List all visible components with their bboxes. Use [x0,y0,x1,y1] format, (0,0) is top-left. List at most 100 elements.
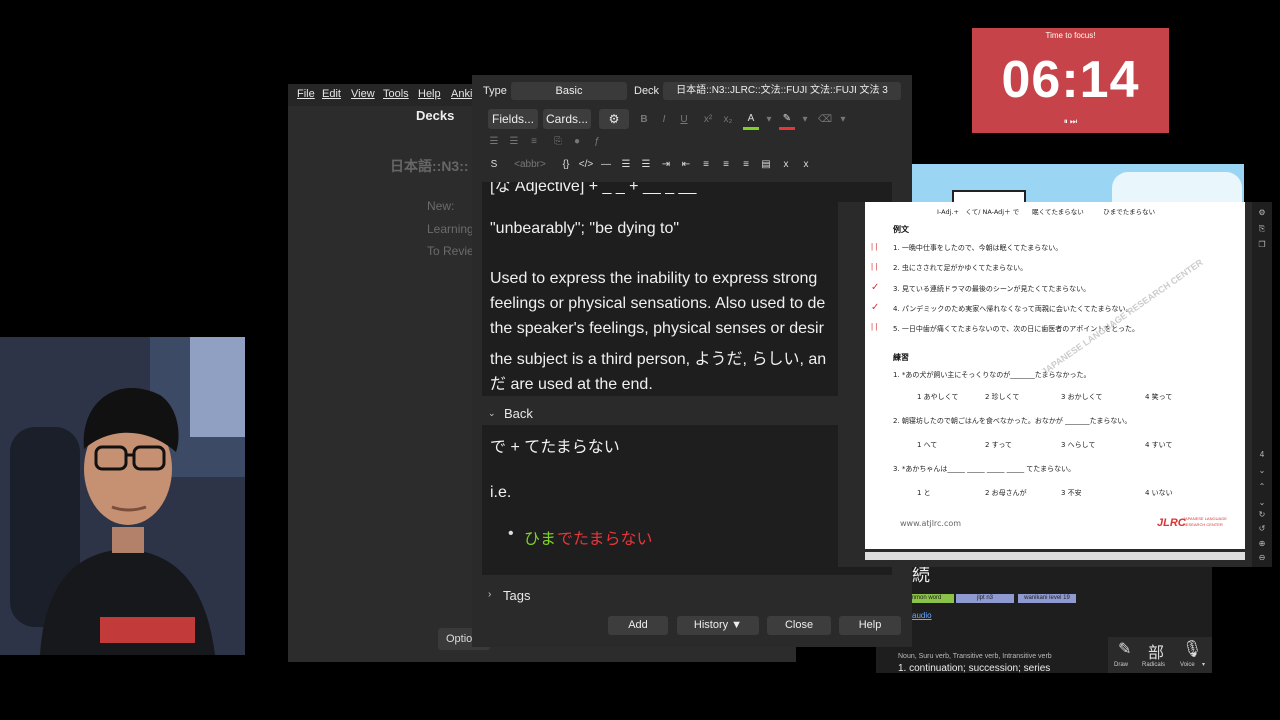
refresh-icon[interactable]: ↻ [1257,510,1267,520]
jlrc-logo: JLRC [1157,517,1186,529]
zoom-out-icon[interactable]: ⊖ [1257,553,1267,563]
formula-icon[interactable]: ƒ [589,134,605,150]
zoom-in-icon[interactable]: ⊕ [1257,539,1267,549]
chevron-down-icon[interactable]: ▾ [797,112,813,128]
deck-name: 日本語::N3:: [390,158,469,174]
back-bullet-green: ひま [524,531,557,548]
align-center-icon[interactable]: ≡ [698,157,714,173]
align-icon[interactable]: ≡ [526,134,542,150]
pdf-watermark: JAPANESE LANGUAGE RESEARCH CENTER [1039,257,1205,377]
outdent-icon[interactable]: ⇤ [678,157,694,173]
italic-icon[interactable]: I [656,112,672,128]
pdf-option: 1 へて [917,441,938,449]
jlrc-logo-text: JAPANESE LANGUAGE [1183,516,1227,521]
horizontal-rule-icon[interactable]: — [598,157,614,173]
chevron-down-icon[interactable]: ⌄ [1257,466,1267,476]
pdf-question: 2. 朝寝坊したので朝ごはんを食べなかった。おなかが _______たまらない。 [893,417,1132,425]
align-left-icon[interactable]: ≡ [718,157,734,173]
microphone-icon[interactable]: 🎙 [1182,639,1202,659]
decks-title[interactable]: Decks [416,108,454,123]
menu-tools[interactable]: Tools [383,88,409,100]
align-right-icon[interactable]: ≡ [738,157,754,173]
strikethrough-icon[interactable]: S [486,157,502,173]
unordered-list-icon[interactable]: ☰ [618,157,634,173]
indent-icon[interactable]: ⇥ [658,157,674,173]
menu-edit[interactable]: Edit [322,88,341,100]
add-button[interactable]: Add [608,616,668,635]
numbered-list-icon[interactable]: ☰ [506,134,522,150]
draw-icon[interactable]: ✎ [1118,639,1131,659]
chevron-down-icon[interactable]: ⌄ [1257,498,1267,508]
pdf-page[interactable]: I-Adj.+ くて/ NA-Adj＋ で 眠くてたまらない ひまでたまらない … [865,202,1245,549]
audio-link[interactable]: audio [912,611,932,620]
underline-icon[interactable]: U [676,112,692,128]
chevron-up-icon[interactable]: ⌃ [1257,482,1267,492]
superscript-icon[interactable]: x² [700,112,716,128]
tags-label[interactable]: Tags [503,588,530,603]
rotate-icon[interactable]: ↺ [1257,524,1267,534]
focus-timer: Time to focus! 06:14 ⏸ ⏭ [972,28,1169,133]
menu-anki[interactable]: Anki [451,88,472,100]
bookmark-icon[interactable]: ⎘ [1257,224,1267,234]
back-field-editor[interactable]: で + てたまらない i.e. • ひま でたまらない [482,425,892,575]
back-line1: で + てたまらない [490,439,620,456]
pdf-header: I-Adj.+ くて/ NA-Adj＋ で 眠くてたまらない ひまでたまらない [937,208,1156,216]
bullet-list-icon[interactable]: ☰ [486,134,502,150]
meaning: 1. continuation; succession; series [898,663,1051,674]
bold-icon[interactable]: B [636,112,652,128]
pdf-footer-url: www.atjlrc.com [900,519,962,528]
tag-wanikani: wanikani level 19 [1018,594,1076,603]
text-color-icon[interactable]: A [743,111,759,130]
ordered-list-icon[interactable]: ☰ [638,157,654,173]
front-field-editor[interactable]: [な Adjective] + _ _ + __ _ __ "unbearabl… [482,182,892,396]
chevron-down-icon[interactable]: ⌄ [488,408,496,419]
pdf-section-practice: 練習 [893,353,909,362]
menu-help[interactable]: Help [418,88,441,100]
note-type-selector[interactable]: Basic [511,82,627,100]
cards-button[interactable]: Cards... [543,109,591,129]
cloud-graphic [1112,172,1242,204]
back-field-label[interactable]: Back [504,406,533,421]
timer-value: 06:14 [1001,51,1140,109]
help-button[interactable]: Help [839,616,901,635]
part-of-speech: Noun, Suru verb, Transitive verb, Intran… [898,653,1052,660]
history-button[interactable]: History ▼ [677,616,759,635]
radicals-icon[interactable]: 部 [1148,639,1164,663]
front-desc-line: the speaker's feelings, physical senses … [490,320,824,337]
timer-caption: Time to focus! [1045,31,1096,40]
fields-button[interactable]: Fields... [488,109,538,129]
copy-icon[interactable]: ❐ [1257,240,1267,250]
superscript-x-icon[interactable]: x [778,157,794,173]
justify-icon[interactable]: ▤ [758,157,774,173]
close-button[interactable]: Close [767,616,831,635]
back-bullet-red: でたまらない [557,531,653,548]
chevron-down-icon[interactable]: ▾ [1202,661,1205,668]
gear-icon[interactable]: ⚙ [599,109,629,129]
record-icon[interactable]: ● [569,134,585,150]
eraser-icon[interactable]: ⌫ [817,112,833,128]
pdf-question: 3. *あかちゃんは_____ _____ _____ _____ てたまらない… [893,465,1076,473]
webcam-person-image [0,337,245,655]
settings-icon[interactable]: ⚙ [1257,208,1267,218]
menu-view[interactable]: View [351,88,375,100]
input-tools: ✎ Draw 部 Radicals 🎙 Voice ▾ [1108,637,1212,673]
abbr-button[interactable]: <abbr> [508,157,552,173]
back-line2: i.e. [490,484,512,501]
highlight-icon[interactable]: ✎ [779,111,795,130]
braces-icon[interactable]: {} [558,157,574,173]
html-icon[interactable]: </> [578,157,594,173]
pdf-option: 2 珍しくて [985,393,1020,401]
type-label: Type [483,85,507,97]
subscript-icon[interactable]: x₂ [720,112,736,128]
subscript-x-icon[interactable]: x [798,157,814,173]
pdf-option: 1 あやしくて [917,393,959,401]
attach-icon[interactable]: ⎘ [550,134,566,150]
menu-file[interactable]: File [297,88,315,100]
timer-controls[interactable]: ⏸ ⏭ [972,117,1169,127]
page-number-icon[interactable]: 4 [1257,450,1267,460]
chevron-right-icon[interactable]: › [488,589,491,600]
chevron-down-icon[interactable]: ▾ [835,112,851,128]
draw-label: Draw [1114,662,1129,668]
deck-selector[interactable]: 日本語::N3::JLRC::文法::FUJI 文法::FUJI 文法 3 [663,82,901,100]
chevron-down-icon[interactable]: ▾ [761,112,777,128]
